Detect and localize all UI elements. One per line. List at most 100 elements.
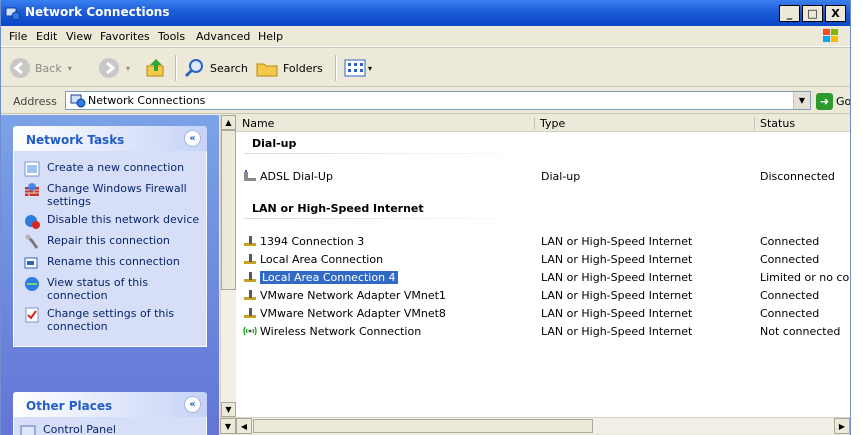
network-tasks-header[interactable]: Network Tasks « — [13, 126, 207, 151]
connection-type: LAN or High-Speed Internet — [541, 271, 693, 284]
other-places-header[interactable]: Other Places « — [13, 392, 207, 417]
column-header-status[interactable]: Status — [760, 117, 795, 130]
list-item[interactable]: 1394 Connection 3 LAN or High-Speed Inte… — [236, 233, 850, 249]
back-button[interactable]: Back ▾ — [9, 55, 72, 81]
list-item[interactable]: Wireless Network Connection LAN or High-… — [236, 323, 850, 339]
group-heading-dialup: Dial-up — [252, 137, 297, 150]
scroll-left-icon[interactable]: ◀ — [236, 418, 252, 434]
list-header: Name Type Status — [236, 115, 850, 132]
task-rename-connection[interactable]: Rename this connection — [24, 255, 200, 271]
column-header-type[interactable]: Type — [540, 117, 565, 130]
connection-status: Connected — [760, 307, 820, 320]
maximize-button[interactable]: □ — [802, 5, 823, 22]
network-connections-icon — [70, 94, 86, 108]
collapse-chevron-icon[interactable]: « — [184, 396, 201, 413]
task-change-settings[interactable]: Change settings of this connection — [24, 307, 200, 333]
views-dropdown-icon[interactable]: ▾ — [368, 64, 372, 73]
close-button[interactable]: X — [825, 5, 846, 22]
lan-icon — [244, 272, 256, 282]
scroll-up-icon[interactable]: ▲ — [221, 115, 236, 130]
address-value: Network Connections — [88, 94, 206, 107]
forward-dropdown-icon[interactable]: ▾ — [126, 64, 130, 73]
task-view-status[interactable]: View status of this connection — [24, 276, 200, 302]
disable-device-icon — [25, 215, 40, 229]
task-label: Change Windows Firewall settings — [47, 182, 187, 208]
lan-icon — [244, 236, 256, 246]
name-cell: VMware Network Adapter VMnet1 — [242, 288, 446, 302]
caption-buttons: _ □ X — [779, 5, 846, 22]
status-icon — [25, 277, 39, 291]
wireless-icon — [243, 326, 257, 336]
list-item[interactable]: VMware Network Adapter VMnet8 LAN or Hig… — [236, 305, 850, 321]
address-dropdown-icon[interactable]: ▼ — [793, 92, 810, 109]
menu-favorites[interactable]: Favorites — [100, 30, 150, 43]
rename-icon — [24, 257, 38, 269]
network-tasks-list: Create a new connection Change Windows F… — [13, 151, 207, 347]
task-create-connection[interactable]: Create a new connection — [24, 161, 200, 177]
other-places-panel: Other Places « Control Panel — [13, 392, 207, 435]
menu-advanced[interactable]: Advanced — [196, 30, 250, 43]
list-item-selected[interactable]: Local Area Connection 4 LAN or High-Spee… — [236, 269, 850, 285]
search-button[interactable]: Search — [184, 55, 248, 81]
network-tasks-panel: Network Tasks « Create a new connection — [13, 126, 207, 347]
menu-view[interactable]: View — [66, 30, 92, 43]
views-icon — [344, 59, 366, 77]
column-divider[interactable] — [534, 117, 535, 130]
new-connection-icon — [24, 161, 40, 177]
minimize-button[interactable]: _ — [779, 5, 800, 22]
connection-name: Local Area Connection 4 — [260, 270, 398, 284]
network-connections-window: Network Connections _ □ X File Edit View… — [0, 0, 851, 435]
connection-status: Not connected — [760, 325, 841, 338]
vertical-scrollbar[interactable]: ▲ ▼ — [220, 115, 236, 417]
column-header-name[interactable]: Name — [242, 117, 274, 130]
repair-icon — [25, 234, 39, 249]
address-input[interactable]: Network Connections ▼ — [65, 91, 811, 110]
up-button[interactable] — [144, 55, 168, 81]
network-connections-icon — [5, 7, 21, 21]
list-item[interactable]: VMware Network Adapter VMnet1 LAN or Hig… — [236, 287, 850, 303]
search-icon — [184, 59, 203, 78]
scroll-thumb[interactable] — [253, 419, 593, 433]
back-dropdown-icon[interactable]: ▾ — [68, 64, 72, 73]
menu-edit[interactable]: Edit — [36, 30, 57, 43]
forward-button[interactable]: ▾ — [98, 55, 130, 81]
menu-bar: File Edit View Favorites Tools Advanced … — [1, 26, 850, 47]
standard-toolbar: Back ▾ ▾ Search Folders ▾ — [1, 47, 850, 87]
scroll-down-icon[interactable]: ▼ — [221, 402, 236, 417]
connection-status: Limited or no conne — [760, 271, 850, 284]
scroll-down-icon[interactable]: ▼ — [220, 418, 236, 434]
scroll-right-icon[interactable]: ▶ — [834, 418, 850, 434]
menu-tools[interactable]: Tools — [158, 30, 185, 43]
connection-status: Connected — [760, 235, 820, 248]
folders-button[interactable]: Folders — [255, 55, 323, 81]
connections-list: Name Type Status Dial-up ADSL Dial-Up Di… — [236, 115, 850, 417]
connection-name: VMware Network Adapter VMnet1 — [260, 288, 446, 302]
views-button[interactable]: ▾ — [344, 55, 372, 81]
back-label: Back — [35, 61, 62, 75]
task-firewall-settings[interactable]: Change Windows Firewall settings — [24, 182, 200, 208]
list-item[interactable]: ADSL Dial-Up Dial-up Disconnected — [236, 168, 850, 184]
go-button[interactable]: ➜ Go — [816, 91, 850, 111]
group-divider — [244, 153, 534, 154]
scroll-thumb[interactable] — [221, 130, 236, 290]
task-label: Create a new connection — [47, 161, 185, 174]
task-repair-connection[interactable]: Repair this connection — [24, 234, 200, 250]
connection-name: ADSL Dial-Up — [260, 169, 333, 183]
horizontal-scrollbar[interactable]: ▼ ◀ ▶ — [220, 417, 850, 434]
column-divider[interactable] — [754, 117, 755, 130]
collapse-chevron-icon[interactable]: « — [184, 130, 201, 147]
title-bar[interactable]: Network Connections _ □ X — [1, 0, 850, 26]
connection-name: Local Area Connection — [260, 252, 384, 266]
search-label: Search — [210, 61, 248, 75]
menu-help[interactable]: Help — [258, 30, 283, 43]
back-arrow-icon — [10, 58, 30, 78]
address-label: Address — [13, 95, 57, 108]
go-arrow-icon: ➜ — [816, 92, 833, 110]
name-cell: ADSL Dial-Up — [242, 169, 333, 183]
connection-type: LAN or High-Speed Internet — [541, 235, 693, 248]
place-control-panel[interactable]: Control Panel — [20, 423, 200, 435]
name-cell: 1394 Connection 3 — [242, 234, 364, 248]
menu-file[interactable]: File — [9, 30, 27, 43]
list-item[interactable]: Local Area Connection LAN or High-Speed … — [236, 251, 850, 267]
task-disable-device[interactable]: Disable this network device — [24, 213, 200, 229]
